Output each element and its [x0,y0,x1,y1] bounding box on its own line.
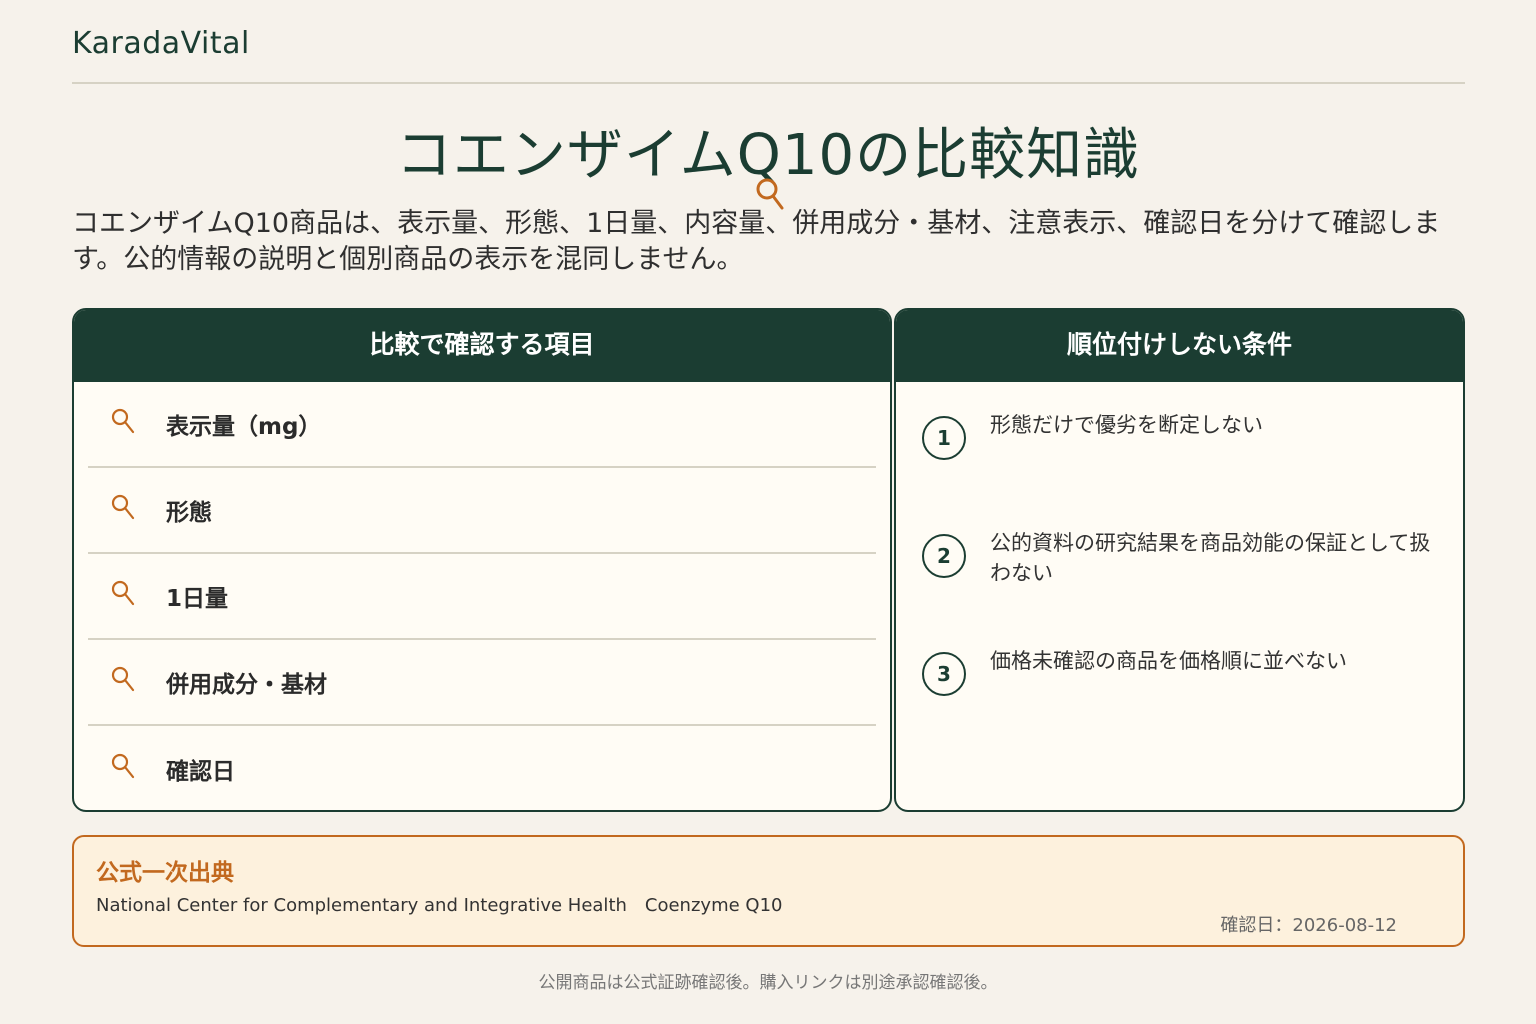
magnifier-icon [111,753,135,779]
condition-text: 価格未確認の商品を価格順に並べない [990,649,1347,673]
list-item: 併用成分・基材 [88,640,876,726]
list-item-label: 表示量（mg） [166,414,322,440]
magnifier-icon [111,408,135,434]
intro-text: コエンザイムQ10商品は、表示量、形態、1日量、内容量、併用成分・基材、注意表示… [72,208,1441,275]
header-divider [72,82,1465,84]
list-item-label: 併用成分・基材 [166,672,327,698]
verification-date: 確認日：2026-08-12 [1220,915,1397,936]
condition-text: 公的資料の研究結果を商品効能の保証として扱わない [990,531,1431,585]
list-item: 表示量（mg） [88,382,876,468]
comparison-items-panel: 比較で確認する項目 表示量（mg） 形態 1日量 併用成分・基材 確認日 [72,308,892,812]
condition-number-badge: 2 [922,534,966,578]
condition-number-badge: 3 [922,652,966,696]
list-item: 確認日 [88,726,876,810]
no-ranking-conditions-panel: 順位付けしない条件 1 形態だけで優劣を断定しない 2 公的資料の研究結果を商品… [894,308,1465,812]
footer-note: 公開商品は公式証跡確認後。購入リンクは別途承認確認後。 [538,973,998,993]
list-item: 形態 [88,468,876,554]
list-item-label: 1日量 [166,586,229,612]
no-ranking-conditions-heading: 順位付けしない条件 [896,310,1463,382]
brand-logo[interactable]: KaradaVital [72,26,250,61]
comparison-items-list: 表示量（mg） 形態 1日量 併用成分・基材 確認日 [74,382,890,810]
list-item-label: 確認日 [166,759,235,785]
magnifier-icon [111,666,135,692]
magnifier-icon [111,494,135,520]
magnifier-icon [111,580,135,606]
official-source-box: 公式一次出典 National Center for Complementary… [72,835,1465,947]
source-heading: 公式一次出典 [96,860,234,886]
condition-text: 形態だけで優劣を断定しない [990,413,1263,437]
condition-number-badge: 1 [922,416,966,460]
list-item-label: 形態 [166,500,212,526]
list-item: 1日量 [88,554,876,640]
source-citation: National Center for Complementary and In… [96,895,783,916]
comparison-items-heading: 比較で確認する項目 [74,310,890,382]
